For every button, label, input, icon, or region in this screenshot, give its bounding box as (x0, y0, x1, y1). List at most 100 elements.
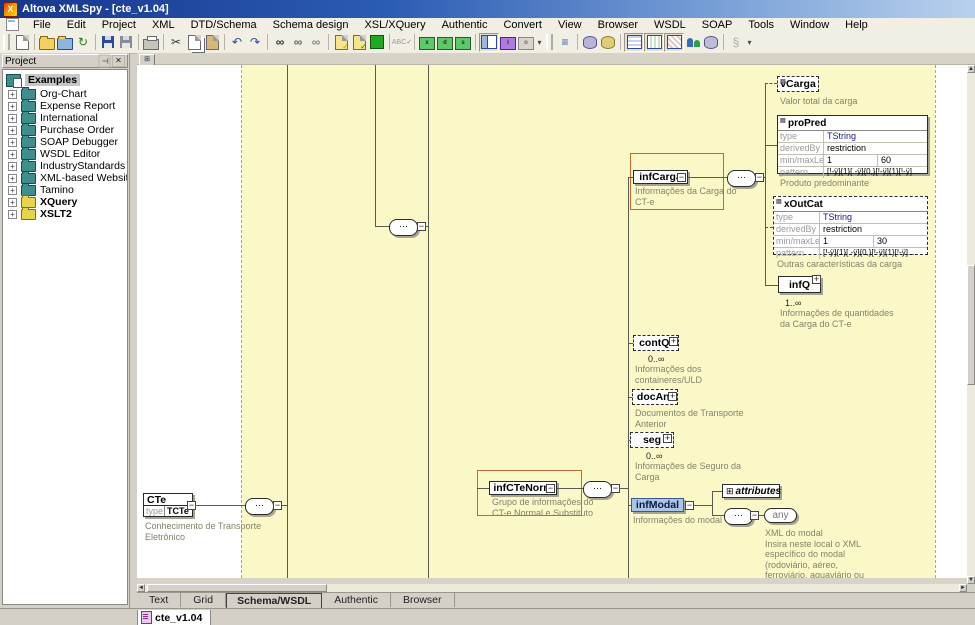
menu-tools[interactable]: Tools (740, 19, 782, 31)
scroll-right-icon[interactable]: ► (959, 584, 967, 592)
expand-icon[interactable]: + (8, 162, 17, 171)
view-dtd-icon[interactable]: d (436, 34, 454, 51)
menu-window[interactable]: Window (782, 19, 837, 31)
element-xoutcat[interactable]: ▤xOutCat typeTString derivedByrestrictio… (773, 196, 928, 255)
collapse-icon[interactable]: − (677, 173, 686, 182)
view-xml-icon[interactable]: x (418, 34, 436, 51)
element-contqt[interactable]: contQt + (633, 335, 679, 351)
tree-item-xquery[interactable]: +XQuery (8, 196, 77, 208)
schema-display-all-icon[interactable] (644, 33, 664, 52)
element-infcarga[interactable]: infCarga − (633, 170, 688, 184)
expand-icon[interactable]: ⊞ (726, 486, 734, 497)
database-icon[interactable] (702, 34, 720, 51)
menu-view[interactable]: View (550, 19, 590, 31)
expand-icon[interactable]: + (8, 114, 17, 123)
tab-text[interactable]: Text (137, 593, 181, 607)
open-url-icon[interactable] (56, 34, 74, 51)
toolbar-overflow-icon[interactable]: ▾ (535, 34, 543, 51)
expand-icon[interactable]: + (663, 434, 672, 443)
schema-display-globals-icon[interactable] (664, 33, 684, 52)
find-icon[interactable]: ∞ (271, 34, 289, 51)
collapse-icon[interactable]: − (273, 501, 282, 510)
mdi-document-icon[interactable] (6, 18, 19, 31)
scroll-thumb[interactable] (147, 584, 327, 592)
save-all-icon[interactable] (117, 34, 135, 51)
authentic-people-icon[interactable] (684, 34, 702, 51)
tree-item-org-chart[interactable]: +Org-Chart (8, 88, 87, 100)
scroll-up-icon[interactable]: ▲ (967, 65, 975, 73)
collapse-icon[interactable]: − (750, 511, 759, 520)
expand-icon[interactable]: + (668, 392, 677, 401)
expand-icon[interactable]: + (8, 174, 17, 183)
save-icon[interactable] (99, 34, 117, 51)
replace-icon[interactable]: ∞ (307, 34, 325, 51)
scroll-left-icon[interactable]: ◄ (137, 584, 145, 592)
project-window-toggle-icon[interactable] (479, 33, 499, 52)
paste-icon[interactable] (203, 34, 221, 51)
title-bar[interactable]: X Altova XMLSpy - [cte_v1.04] (0, 0, 975, 18)
toolbar-grip[interactable] (3, 34, 10, 50)
menu-project[interactable]: Project (94, 19, 144, 31)
spell-check-icon[interactable]: ABC✓ (393, 34, 411, 51)
menu-browser[interactable]: Browser (590, 19, 646, 31)
attributes-box[interactable]: ⊞ attributes (722, 484, 780, 498)
expand-icon[interactable]: + (669, 337, 678, 346)
reload-icon[interactable]: ↻ (74, 34, 92, 51)
menu-xsl-xquery[interactable]: XSL/XQuery (356, 19, 433, 31)
redo-icon[interactable]: ↷ (246, 34, 264, 51)
view-schema-icon[interactable]: s (454, 34, 472, 51)
copy-icon[interactable] (185, 34, 203, 51)
menu-wsdl[interactable]: WSDL (646, 19, 694, 31)
tab-grid[interactable]: Grid (181, 593, 226, 607)
collapse-icon[interactable]: − (611, 484, 620, 493)
expand-icon[interactable]: + (8, 186, 17, 195)
expand-icon[interactable]: + (8, 126, 17, 135)
element-any[interactable]: any (764, 508, 797, 523)
menu-schema-design[interactable]: Schema design (265, 19, 357, 31)
menu-help[interactable]: Help (837, 19, 876, 31)
menu-xml[interactable]: XML (144, 19, 183, 31)
sequence-icon[interactable]: ⋯ (727, 170, 756, 187)
menu-file[interactable]: File (25, 19, 59, 31)
sequence-icon[interactable]: ⋯ (245, 498, 274, 515)
element-infmodal[interactable]: infModal − (631, 498, 684, 512)
element-propred[interactable]: ▤proPred typeTString derivedByrestrictio… (777, 115, 928, 174)
menu-dtd-schema[interactable]: DTD/Schema (183, 19, 265, 31)
horizontal-scrollbar[interactable]: ◄ ► (137, 584, 967, 592)
db-query-icon[interactable] (581, 34, 599, 51)
print-icon[interactable] (142, 34, 160, 51)
insert-element-icon[interactable] (368, 34, 386, 51)
expand-icon[interactable]: + (8, 198, 17, 207)
tab-browser[interactable]: Browser (391, 593, 455, 607)
info-window-icon[interactable]: i (499, 34, 517, 51)
element-infq[interactable]: infQ + (778, 276, 821, 293)
sequence-icon[interactable]: ⋯ (724, 508, 753, 525)
element-cte[interactable]: CTe type TCTe − (143, 493, 193, 517)
expand-icon[interactable]: + (8, 138, 17, 147)
tab-schema-wsdl[interactable]: Schema/WSDL (226, 593, 322, 609)
toolbar-grip-2[interactable] (546, 34, 553, 50)
element-vcarga[interactable]: ▤vCarga (777, 76, 819, 92)
output-window-icon[interactable]: o (517, 34, 535, 51)
cut-icon[interactable]: ✂ (167, 34, 185, 51)
expand-icon[interactable]: + (8, 90, 17, 99)
schema-display-diagram-icon[interactable] (624, 33, 644, 52)
find-next-icon[interactable]: ∞ (289, 34, 307, 51)
sequence-icon[interactable]: ⋯ (389, 219, 418, 236)
collapse-icon[interactable]: − (417, 222, 426, 231)
collapse-icon[interactable]: − (546, 484, 555, 493)
element-seg[interactable]: seg + (630, 432, 674, 448)
pin-icon[interactable]: ⊤ (99, 55, 111, 68)
expand-icon[interactable]: + (8, 102, 17, 111)
db-import-icon[interactable] (599, 34, 617, 51)
scroll-thumb[interactable] (967, 265, 975, 385)
close-icon[interactable]: ✕ (112, 55, 125, 67)
scroll-down-icon[interactable]: ▼ (967, 576, 975, 584)
expand-icon[interactable]: + (812, 275, 821, 284)
toolbar-overflow2-icon[interactable]: ▾ (745, 34, 753, 51)
undo-icon[interactable]: ↶ (228, 34, 246, 51)
tree-item-xslt2[interactable]: +XSLT2 (8, 208, 72, 220)
menu-edit[interactable]: Edit (59, 19, 94, 31)
scripting-icon[interactable]: § (727, 34, 745, 51)
menu-soap[interactable]: SOAP (694, 19, 741, 31)
